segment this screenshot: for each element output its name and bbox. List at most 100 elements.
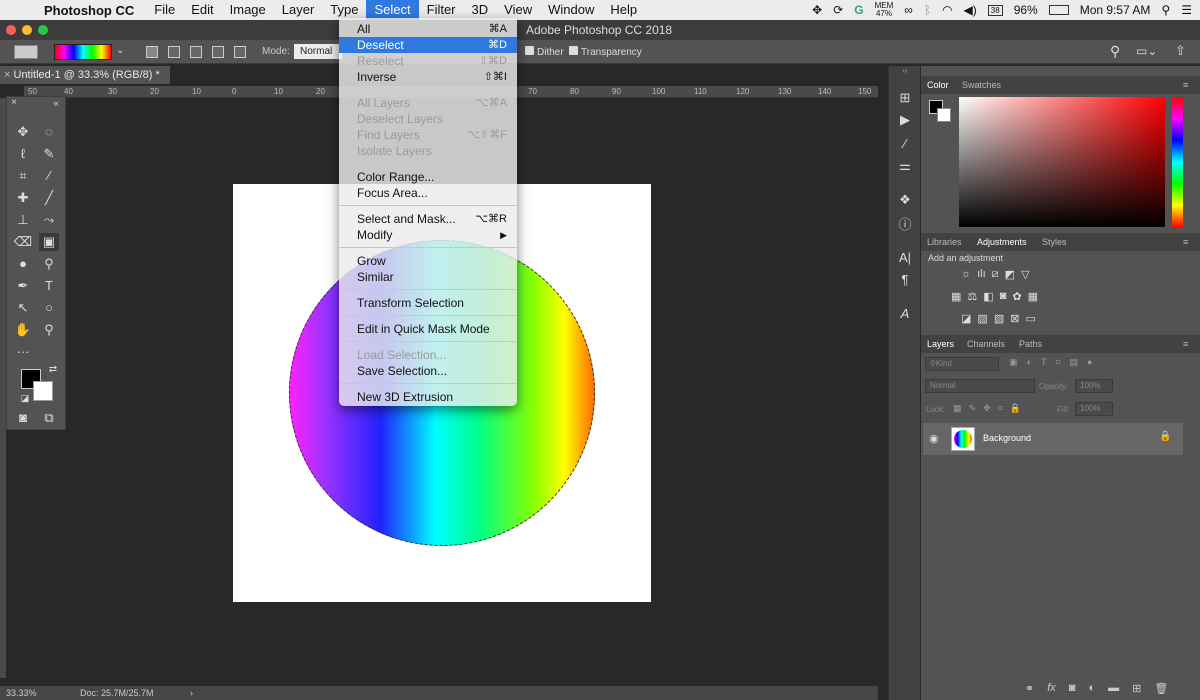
black-white-icon[interactable]: ◧: [983, 290, 993, 303]
history-brush-tool-icon[interactable]: ⤳: [39, 211, 59, 229]
tab-channels[interactable]: Channels: [967, 339, 1005, 349]
menu-edit[interactable]: Edit: [183, 0, 221, 20]
layer-visibility-eye-icon[interactable]: ◉: [929, 432, 939, 445]
type-filter-icon[interactable]: T: [1041, 357, 1047, 368]
lock-position-icon[interactable]: ✥: [983, 403, 991, 414]
menu-item-save-selection[interactable]: Save Selection...: [339, 363, 517, 379]
hue-slider[interactable]: [1172, 97, 1183, 227]
photo-filter-icon[interactable]: ◙: [1000, 290, 1007, 303]
properties-panel-icon[interactable]: ⚌: [897, 158, 913, 174]
color-balance-icon[interactable]: ⚖: [967, 290, 977, 303]
gradient-map-icon[interactable]: ▭: [1025, 312, 1035, 325]
linear-gradient-button[interactable]: [146, 46, 158, 58]
ellipse-tool-icon[interactable]: ○: [39, 299, 59, 317]
spotlight-search-icon[interactable]: ⚲: [1161, 3, 1170, 17]
channel-mixer-icon[interactable]: ✿: [1012, 290, 1021, 303]
notification-center-icon[interactable]: ☰: [1181, 3, 1192, 17]
hue-saturation-icon[interactable]: ▦: [951, 290, 961, 303]
screen-mode-icon[interactable]: ⧉: [39, 409, 59, 427]
exposure-icon[interactable]: ◩: [1005, 268, 1015, 281]
tools-close-icon[interactable]: ×: [7, 97, 21, 109]
layer-row-background[interactable]: ◉ Background 🔒: [923, 423, 1183, 455]
document-tab[interactable]: × Untitled-1 @ 33.3% (RGB/8) *: [0, 66, 170, 84]
diamond-gradient-button[interactable]: [234, 46, 246, 58]
levels-icon[interactable]: ılı: [977, 268, 986, 281]
dodge-tool-icon[interactable]: ⚲: [39, 255, 59, 273]
move-tool-icon[interactable]: ✥: [13, 123, 33, 141]
tab-styles[interactable]: Styles: [1042, 237, 1067, 247]
gradient-dropdown-icon[interactable]: ⌄: [116, 45, 124, 56]
lasso-tool-icon[interactable]: ℓ: [13, 145, 33, 163]
status-expand-icon[interactable]: ›: [190, 688, 193, 698]
menu-item-select-and-mask[interactable]: Select and Mask... ⌥⌘R: [339, 211, 517, 227]
transparency-checkbox[interactable]: Transparency: [569, 46, 642, 58]
history-panel-icon[interactable]: ⊞: [897, 90, 913, 106]
opacity-input[interactable]: 100%: [1075, 379, 1113, 393]
clone-stamp-tool-icon[interactable]: ⊥: [13, 211, 33, 229]
lock-image-icon[interactable]: ✎: [969, 403, 977, 414]
lock-artboard-icon[interactable]: ⌗: [998, 403, 1003, 414]
expand-panels-icon[interactable]: ‹‹: [897, 66, 913, 82]
type-tool-icon[interactable]: T: [39, 277, 59, 295]
brush-tool-icon[interactable]: ╱: [39, 189, 59, 207]
app-name-menu[interactable]: Photoshop CC: [36, 3, 146, 18]
gamepad-icon[interactable]: ✥: [812, 3, 822, 17]
layers-panel-menu-icon[interactable]: ≡: [1183, 339, 1188, 349]
posterize-icon[interactable]: ▨: [977, 312, 987, 325]
hand-tool-icon[interactable]: ✋: [13, 321, 33, 339]
menu-filter[interactable]: Filter: [419, 0, 464, 20]
menu-type[interactable]: Type: [322, 0, 366, 20]
menu-item-grow[interactable]: Grow: [339, 253, 517, 269]
tool-preset-picker[interactable]: [14, 45, 38, 59]
crop-tool-icon[interactable]: ⌗: [13, 167, 33, 185]
gradient-swatch[interactable]: [54, 44, 112, 60]
reflected-gradient-button[interactable]: [212, 46, 224, 58]
tab-layers[interactable]: Layers: [927, 339, 954, 349]
menu-item-similar[interactable]: Similar: [339, 269, 517, 285]
menu-file[interactable]: File: [146, 0, 183, 20]
lock-transparent-icon[interactable]: ▦: [953, 403, 962, 414]
invert-icon[interactable]: ◪: [961, 312, 971, 325]
zoom-tool-icon[interactable]: ⚲: [39, 321, 59, 339]
quick-select-tool-icon[interactable]: ✎: [39, 145, 59, 163]
healing-brush-tool-icon[interactable]: ✚: [13, 189, 33, 207]
blend-mode-select[interactable]: Normal: [925, 379, 1035, 393]
menu-help[interactable]: Help: [602, 0, 645, 20]
zoom-level[interactable]: 33.33%: [6, 688, 37, 698]
swap-colors-icon[interactable]: ⇄: [43, 361, 63, 379]
layer-thumbnail[interactable]: [951, 427, 975, 451]
gradient-tool-icon[interactable]: ▣: [39, 233, 59, 251]
tab-adjustments[interactable]: Adjustments: [977, 237, 1027, 247]
eraser-tool-icon[interactable]: ⌫: [13, 233, 33, 251]
tab-color[interactable]: Color: [927, 80, 949, 90]
wifi-icon[interactable]: ◠: [942, 3, 952, 17]
close-document-icon[interactable]: ×: [4, 69, 10, 81]
share-icon[interactable]: ⇧: [1175, 43, 1186, 59]
tab-paths[interactable]: Paths: [1019, 339, 1042, 349]
radial-gradient-button[interactable]: [168, 46, 180, 58]
new-adjustment-layer-icon[interactable]: ◐: [1088, 682, 1095, 695]
grammarly-icon[interactable]: G: [854, 3, 863, 17]
character-panel-icon[interactable]: A|: [897, 250, 913, 266]
edit-toolbar-icon[interactable]: ···: [13, 343, 33, 361]
fill-input[interactable]: 100%: [1075, 402, 1113, 416]
clock[interactable]: Mon 9:57 AM: [1080, 3, 1151, 17]
workspace-switcher-icon[interactable]: ▭⌄: [1136, 44, 1157, 58]
tab-libraries[interactable]: Libraries: [927, 237, 962, 247]
pen-tool-icon[interactable]: ✒: [13, 277, 33, 295]
adjustment-filter-icon[interactable]: ◐: [1027, 357, 1032, 368]
color-bg-swatch[interactable]: [937, 108, 951, 122]
shape-filter-icon[interactable]: ⌗: [1055, 357, 1060, 368]
pixel-filter-icon[interactable]: ▣: [1009, 357, 1018, 368]
blur-tool-icon[interactable]: ●: [13, 255, 33, 273]
default-colors-icon[interactable]: ◪: [15, 389, 35, 407]
selective-color-icon[interactable]: ⊠: [1010, 312, 1019, 325]
sync-icon[interactable]: ⟳: [833, 3, 843, 17]
volume-icon[interactable]: ◀): [964, 3, 977, 17]
link-layers-icon[interactable]: ⚭: [1025, 682, 1034, 695]
tab-swatches[interactable]: Swatches: [962, 80, 1001, 90]
menu-item-all[interactable]: All ⌘A: [339, 21, 517, 37]
color-field[interactable]: [959, 97, 1165, 227]
quick-mask-icon[interactable]: ◙: [13, 409, 33, 427]
threshold-icon[interactable]: ▧: [994, 312, 1004, 325]
